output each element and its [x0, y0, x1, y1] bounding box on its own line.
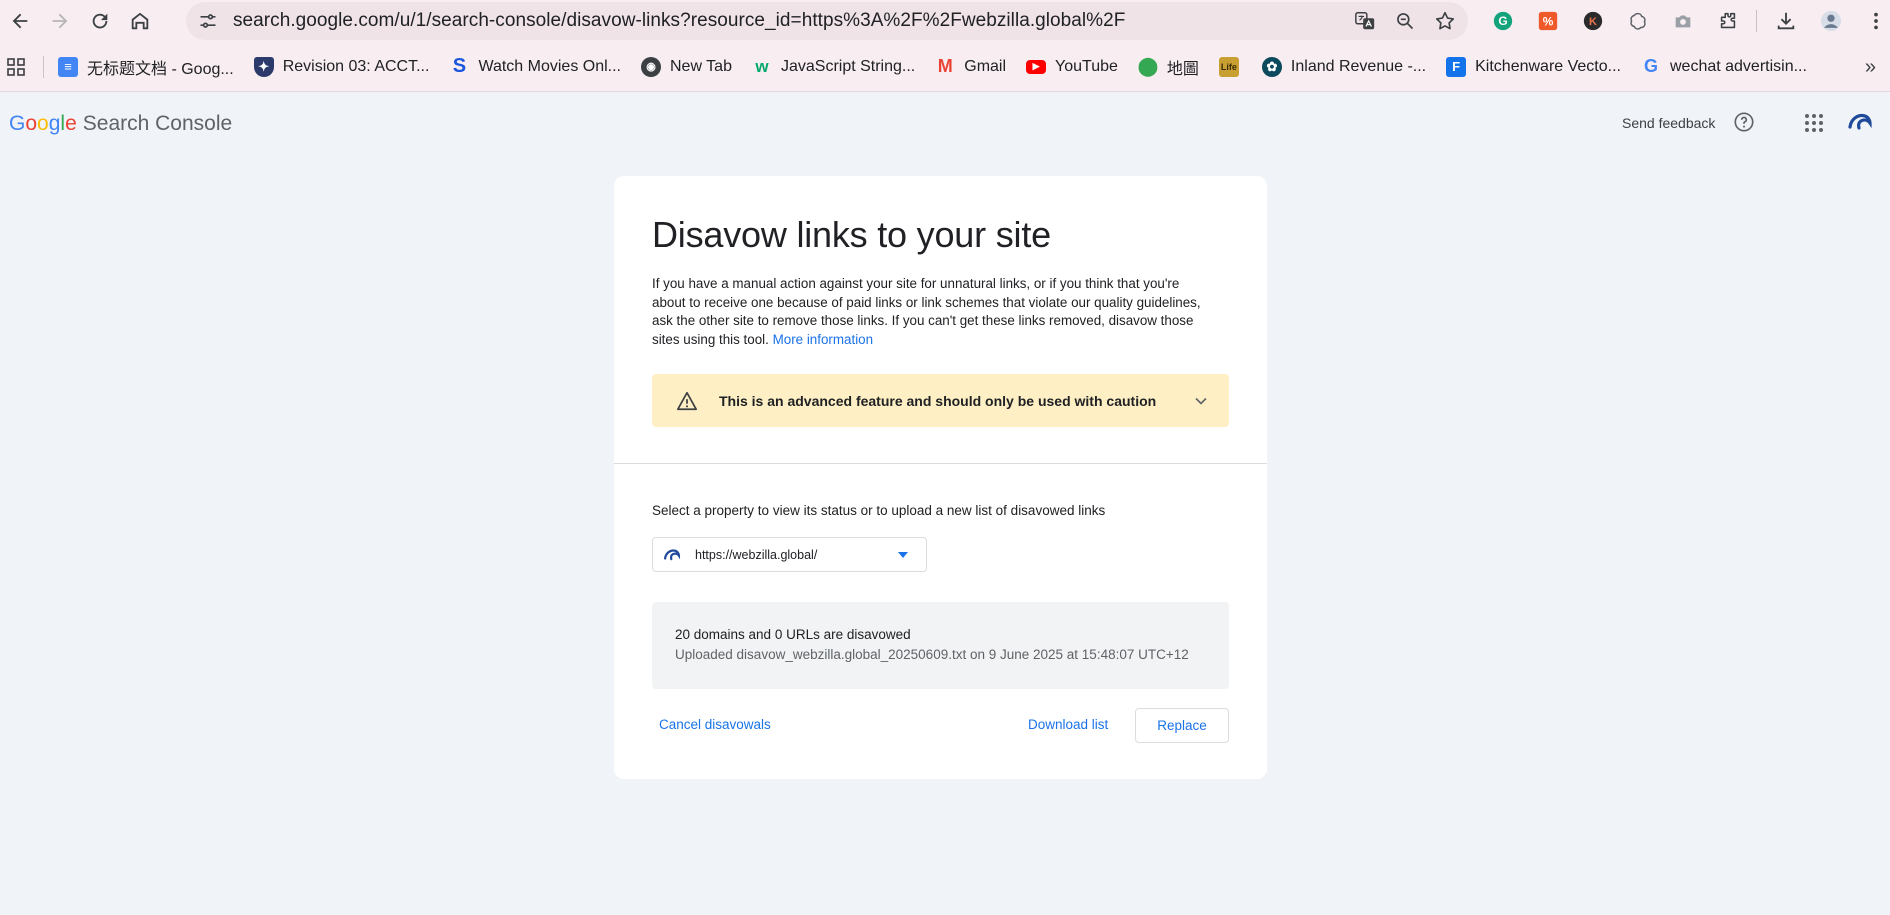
url-text[interactable]: search.google.com/u/1/search-console/dis… [233, 10, 1125, 32]
translate-icon[interactable] [1352, 8, 1378, 34]
svg-text:%: % [1542, 15, 1553, 29]
life-icon: Life [1218, 56, 1239, 77]
arrow-right-icon [52, 13, 68, 29]
upload-info: Uploaded disavow_webzilla.global_2025060… [675, 647, 1189, 662]
bookmark-item[interactable]: ✿ Inland Revenue -... [1261, 51, 1426, 83]
chevron-down-icon[interactable] [1191, 391, 1211, 411]
property-selector[interactable]: https://webzilla.global/ [652, 537, 927, 572]
youtube-icon: ▶ [1026, 59, 1047, 74]
description-text: If you have a manual action against your… [652, 276, 1201, 348]
dropdown-arrow-icon [898, 552, 908, 558]
chatgpt-icon[interactable] [1615, 0, 1660, 42]
grammarly-icon[interactable]: G [1480, 0, 1525, 42]
select-property-label: Select a property to view its status or … [652, 503, 1106, 518]
google-docs-icon: ≡ [58, 56, 78, 77]
cancel-disavowals-button[interactable]: Cancel disavowals [659, 717, 771, 732]
extensions-puzzle-icon[interactable] [1705, 0, 1750, 42]
gmail-icon: M [937, 56, 953, 76]
home-icon [131, 12, 149, 30]
bookmark-item[interactable]: ⬤ 地圖 [1138, 51, 1199, 83]
bookmark-item[interactable]: w JavaScript String... [752, 51, 915, 83]
tune-icon [200, 14, 216, 28]
back-button[interactable] [0, 1, 40, 41]
google-apps-icon[interactable] [1804, 113, 1824, 133]
bookmark-star-icon[interactable] [1432, 8, 1458, 34]
svg-text:K: K [1589, 16, 1597, 28]
browser-toolbar: search.google.com/u/1/search-console/dis… [0, 0, 1890, 42]
reload-icon [92, 13, 108, 29]
caution-text: This is an advanced feature and should o… [719, 392, 1157, 409]
home-button[interactable] [120, 1, 160, 41]
bookmark-separator [43, 55, 44, 78]
more-bookmarks-chevron-icon[interactable]: » [1865, 56, 1876, 79]
replace-button[interactable]: Replace [1135, 708, 1229, 743]
bookmark-item[interactable]: ▶ YouTube [1026, 51, 1118, 83]
k-extension-icon[interactable]: K [1570, 0, 1615, 42]
percent-extension-icon[interactable]: % [1525, 0, 1570, 42]
help-icon[interactable] [1733, 111, 1755, 133]
reload-button[interactable] [80, 1, 120, 41]
bookmark-item[interactable]: M Gmail [935, 51, 1006, 83]
bookmark-item[interactable]: S Watch Movies Onl... [449, 51, 621, 83]
freepik-icon: F [1446, 56, 1467, 77]
toolbar-separator [1756, 10, 1757, 32]
bookmarks-bar: ≡ 无标题文档 - Goog... ✦ Revision 03: ACCT... S… [0, 42, 1890, 92]
bookmark-item[interactable]: ✦ Revision 03: ACCT... [253, 51, 429, 83]
university-crest-icon: ✦ [253, 56, 274, 77]
section-divider [614, 463, 1267, 464]
warning-triangle-icon [676, 391, 698, 410]
account-logo-icon [1848, 113, 1872, 130]
forward-button[interactable] [40, 1, 80, 41]
site-info-button[interactable] [188, 11, 228, 31]
camera-icon[interactable] [1660, 0, 1705, 42]
globe-icon: ◉ [641, 56, 661, 77]
address-bar[interactable]: search.google.com/u/1/search-console/dis… [186, 2, 1468, 40]
property-logo-icon [663, 548, 681, 560]
bookmark-item[interactable]: ≡ 无标题文档 - Goog... [58, 51, 234, 83]
disavow-card: Disavow links to your site If you have a… [614, 176, 1267, 779]
apps-grid-icon[interactable] [1, 57, 31, 76]
google-g-icon: G [1643, 56, 1658, 76]
w3schools-icon: w [755, 56, 769, 76]
download-list-button[interactable]: Download list [1028, 717, 1108, 732]
disavow-status-box: 20 domains and 0 URLs are disavowed Uplo… [652, 602, 1229, 689]
chrome-menu-icon[interactable] [1853, 0, 1890, 42]
search-console-header: Google Search Console Send feedback [0, 93, 1890, 153]
arrow-left-icon [12, 13, 28, 29]
bookmark-item[interactable]: Life [1218, 51, 1248, 83]
downloads-icon[interactable] [1763, 0, 1808, 42]
selected-property: https://webzilla.global/ [695, 547, 818, 562]
zoom-icon[interactable] [1392, 8, 1418, 34]
svg-text:G: G [1498, 14, 1507, 28]
bookmark-item[interactable]: ◉ New Tab [641, 51, 732, 83]
fern-icon: ✿ [1261, 56, 1282, 77]
bookmark-item[interactable]: Gwechat advertisin... [1641, 51, 1807, 83]
disavow-count: 20 domains and 0 URLs are disavowed [675, 627, 911, 642]
page-title: Disavow links to your site [652, 214, 1051, 255]
profile-avatar-icon[interactable] [1808, 0, 1853, 42]
caution-banner[interactable]: This is an advanced feature and should o… [652, 374, 1229, 427]
s-logo-icon: S [452, 55, 467, 77]
bookmark-item[interactable]: F Kitchenware Vecto... [1446, 51, 1621, 83]
google-maps-icon: ⬤ [1137, 56, 1158, 76]
more-information-link[interactable]: More information [773, 332, 873, 347]
send-feedback-button[interactable]: Send feedback [1622, 115, 1715, 131]
search-console-logo[interactable]: Google Search Console [9, 112, 232, 136]
account-avatar[interactable] [1845, 107, 1875, 137]
